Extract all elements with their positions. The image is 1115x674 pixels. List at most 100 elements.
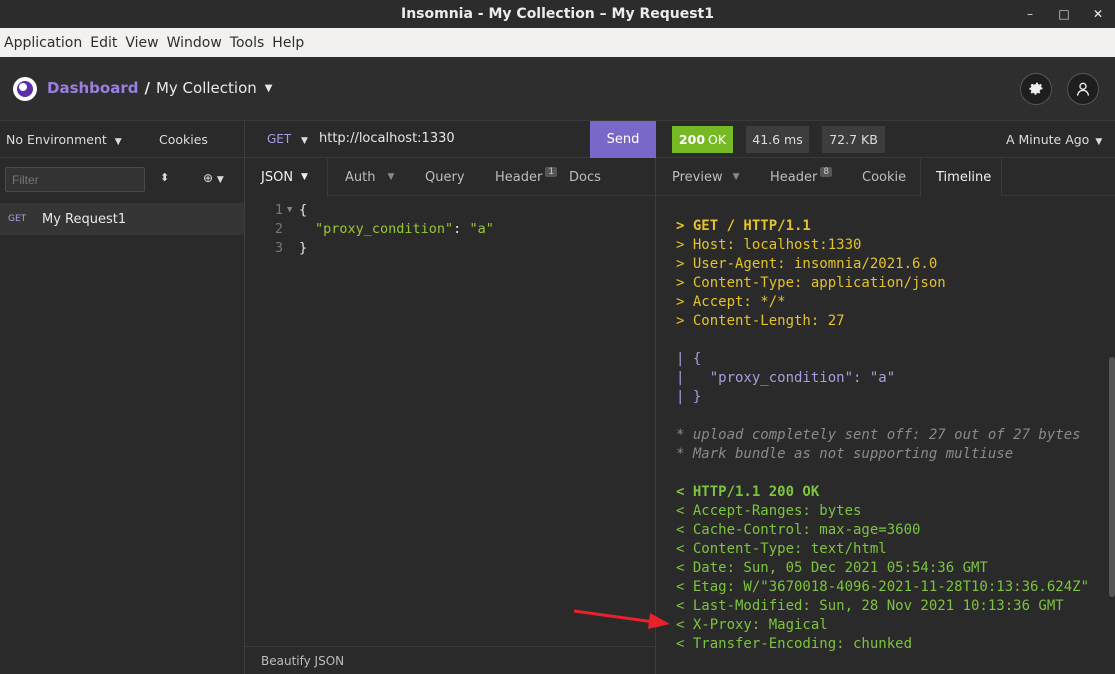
window-titlebar: Insomnia - My Collection – My Request1 –… xyxy=(0,0,1115,28)
chevron-down-icon[interactable]: ▼ xyxy=(265,83,273,94)
timeline-line: * upload completely sent off: 27 out of … xyxy=(676,427,1081,443)
timeline-blank-line xyxy=(676,464,1089,483)
gear-icon xyxy=(1029,82,1044,95)
breadcrumb: Dashboard / My Collection ▼ xyxy=(47,79,272,97)
timeline-line: < HTTP/1.1 200 OK xyxy=(676,484,820,500)
timeline-line: < Transfer-Encoding: chunked xyxy=(676,636,913,652)
json-editor[interactable]: 1 ▼ { 2 "proxy_condition": "a" 3 } xyxy=(245,197,656,257)
timeline-line: | "proxy_condition": "a" xyxy=(676,370,896,386)
menu-help[interactable]: Help xyxy=(268,35,308,51)
tab-json-label: JSON xyxy=(261,169,294,185)
status-badge: 200 OK xyxy=(672,126,733,153)
tab-timeline[interactable]: Timeline xyxy=(920,158,1002,196)
annotation-arrow-icon xyxy=(573,609,670,629)
tab-docs-label: Docs xyxy=(569,169,601,185)
status-code: 200 xyxy=(678,132,706,147)
sidebar: No Environment ▼ Cookies ⬍ ⊕ ▼ GET My Re… xyxy=(0,121,245,674)
timeline-line: | } xyxy=(676,389,702,405)
add-icon[interactable]: ⊕ ▼ xyxy=(203,171,224,185)
tab-response-header-label: Header xyxy=(770,169,818,185)
code-text: "proxy_condition": "a" xyxy=(315,220,494,237)
timeline-line: < Accept-Ranges: bytes xyxy=(676,503,862,519)
timeline-line: < Cache-Control: max-age=3600 xyxy=(676,522,921,538)
close-icon[interactable]: ✕ xyxy=(1081,0,1115,28)
insomnia-logo-icon[interactable] xyxy=(13,77,37,101)
timeline-line: > GET / HTTP/1.1 xyxy=(676,218,811,234)
request-pane: GET ▼ http://localhost:1330 Send JSON ▼ A… xyxy=(245,121,656,674)
timeline-log: > GET / HTTP/1.1 > Host: localhost:1330 > … xyxy=(676,217,1089,654)
breadcrumb-separator: / xyxy=(144,79,150,97)
timeline-line: * Mark bundle as not supporting multiuse xyxy=(676,446,1014,462)
method-dropdown[interactable]: GET ▼ xyxy=(267,132,308,146)
environment-dropdown[interactable]: No Environment ▼ xyxy=(6,132,122,147)
json-value: "a" xyxy=(469,220,494,237)
chevron-down-icon: ▼ xyxy=(114,137,122,147)
settings-button[interactable] xyxy=(1020,73,1052,105)
response-tabs: Preview ▼ Header 8 Cookie Timeline xyxy=(656,158,1115,196)
editor-line: 2 "proxy_condition": "a" xyxy=(245,219,656,238)
response-time-badge: 41.6 ms xyxy=(746,126,809,153)
maximize-icon[interactable]: □ xyxy=(1047,0,1081,28)
timeline-line: > Content-Type: application/json xyxy=(676,275,946,291)
timeline-line: < Content-Type: text/html xyxy=(676,541,887,557)
window-title: Insomnia - My Collection – My Request1 xyxy=(401,6,714,22)
chevron-down-icon: ▼ xyxy=(1095,137,1103,147)
environment-label: No Environment xyxy=(6,132,107,147)
send-button[interactable]: Send xyxy=(590,121,656,158)
menu-window[interactable]: Window xyxy=(163,35,226,51)
response-header-count-badge: 8 xyxy=(820,167,833,177)
menu-edit[interactable]: Edit xyxy=(86,35,121,51)
breadcrumb-dashboard[interactable]: Dashboard xyxy=(47,79,138,97)
timeline-blank-line xyxy=(676,331,1089,350)
timeline-blank-line xyxy=(676,407,1089,426)
tab-json[interactable]: JSON ▼ xyxy=(245,158,328,196)
tab-preview[interactable]: Preview ▼ xyxy=(656,158,754,196)
timeline-line: > Content-Length: 27 xyxy=(676,313,845,329)
response-size-badge: 72.7 KB xyxy=(822,126,885,153)
status-text: OK xyxy=(708,132,727,147)
editor-line: 1 ▼ { xyxy=(245,200,656,219)
beautify-json-button[interactable]: Beautify JSON xyxy=(245,646,656,674)
tab-timeline-label: Timeline xyxy=(936,169,992,185)
tab-cookie[interactable]: Cookie xyxy=(846,158,920,196)
tab-docs[interactable]: Docs xyxy=(567,158,627,196)
code-text: { xyxy=(299,201,308,218)
timeline-line: > User-Agent: insomnia/2021.6.0 xyxy=(676,256,938,272)
timeline-line: < Etag: W/"3670018-4096-2021-11-28T10:13… xyxy=(676,579,1090,595)
scrollbar[interactable] xyxy=(1109,357,1115,597)
tab-preview-label: Preview xyxy=(672,169,723,185)
app-header: Dashboard / My Collection ▼ xyxy=(0,57,1115,121)
timeline-line: | { xyxy=(676,351,702,367)
code-text: } xyxy=(299,239,308,256)
history-dropdown[interactable]: A Minute Ago ▼ xyxy=(1006,132,1102,147)
sort-icon[interactable]: ⬍ xyxy=(160,171,169,184)
tab-query-label: Query xyxy=(425,169,465,185)
tab-header-label: Header xyxy=(495,169,543,185)
menu-application[interactable]: Application xyxy=(0,35,86,51)
method-label: GET xyxy=(267,132,292,146)
user-icon xyxy=(1077,82,1089,96)
menu-tools[interactable]: Tools xyxy=(226,35,269,51)
url-input[interactable]: http://localhost:1330 xyxy=(319,131,455,146)
menu-bar: Application Edit View Window Tools Help xyxy=(0,28,1115,57)
account-button[interactable] xyxy=(1067,73,1099,105)
minimize-icon[interactable]: – xyxy=(1013,0,1047,28)
timeline-line: > Accept: */* xyxy=(676,294,786,310)
tab-response-header[interactable]: Header 8 xyxy=(754,158,846,196)
response-status-bar: 200 OK 41.6 ms 72.7 KB A Minute Ago ▼ xyxy=(656,121,1115,158)
tab-header[interactable]: Header 1 xyxy=(477,158,567,196)
line-number: 2 xyxy=(274,220,283,237)
chevron-down-icon: ▼ xyxy=(387,172,395,182)
breadcrumb-collection[interactable]: My Collection xyxy=(156,79,257,97)
menu-view[interactable]: View xyxy=(121,35,162,51)
tab-query[interactable]: Query xyxy=(410,158,477,196)
json-key: "proxy_condition" xyxy=(315,220,454,237)
fold-icon[interactable]: ▼ xyxy=(287,205,299,215)
cookies-button[interactable]: Cookies xyxy=(159,132,208,147)
tab-auth[interactable]: Auth ▼ xyxy=(328,158,410,196)
chevron-down-icon: ▼ xyxy=(732,172,740,182)
sidebar-request-item[interactable]: GET My Request1 xyxy=(0,203,244,235)
history-label: A Minute Ago xyxy=(1006,132,1090,147)
editor-line: 3 } xyxy=(245,238,656,257)
filter-input[interactable] xyxy=(5,167,145,192)
